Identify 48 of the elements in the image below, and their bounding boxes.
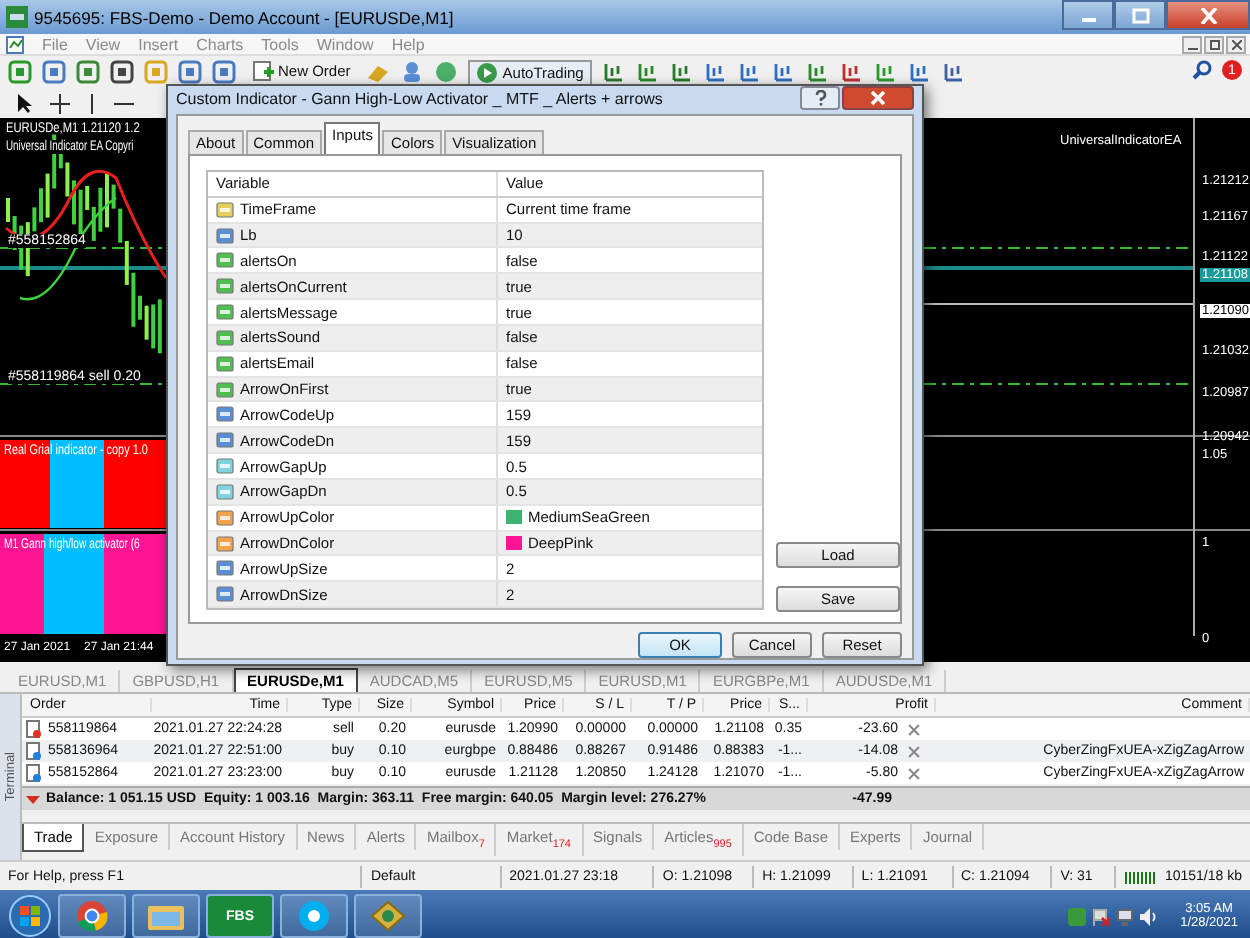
diamond-icon [370, 900, 406, 932]
cursor-icon[interactable] [16, 94, 32, 114]
globe-icon[interactable] [434, 60, 459, 84]
folder-taskbar-button[interactable] [132, 894, 200, 938]
restore-button[interactable] [1204, 35, 1224, 53]
histogram-bar [104, 440, 166, 528]
restore-icon [1209, 39, 1219, 49]
close-button[interactable] [1226, 35, 1246, 53]
play-icon [476, 62, 499, 84]
document-plus-icon [252, 60, 274, 82]
terminal-taskbar-button[interactable] [354, 894, 422, 938]
horizontal-line-icon[interactable] [114, 100, 134, 108]
close-button[interactable] [1166, 0, 1250, 30]
bar-chart-icon[interactable] [601, 60, 626, 84]
minimize-icon [1081, 18, 1095, 22]
balance-icon [26, 792, 40, 806]
close-icon[interactable] [908, 767, 920, 779]
connection-bars-icon [1124, 868, 1161, 884]
close-icon [1231, 39, 1241, 49]
speaker-icon [1140, 907, 1159, 925]
histogram-bar [50, 440, 104, 528]
maximize-icon [1131, 7, 1149, 23]
minimize-button[interactable] [1062, 0, 1114, 30]
chart-icon[interactable] [6, 35, 24, 53]
chat-taskbar-button[interactable] [280, 894, 348, 938]
close-icon [870, 90, 886, 106]
start-button[interactable] [8, 894, 52, 938]
flag-icon [1092, 907, 1111, 925]
minimize-button[interactable] [1182, 35, 1202, 53]
browser-taskbar-button[interactable] [58, 894, 126, 938]
close-button[interactable] [842, 86, 914, 110]
browser-icon [76, 900, 108, 932]
help-button[interactable] [800, 86, 840, 110]
folder-icon [148, 902, 184, 930]
help-icon [813, 90, 827, 106]
window-title: 9545695: FBS-Demo - Demo Account - [EURUSDe,M1] [34, 7, 454, 27]
maximize-button[interactable] [1114, 0, 1166, 30]
dialog-title: Custom Indicator - Gann High-Low Activator _ MTF _ Alerts + arrows [176, 89, 663, 107]
histogram-bar [0, 440, 50, 528]
close-icon[interactable] [908, 723, 920, 735]
histogram-bar [0, 534, 44, 634]
vertical-line-icon[interactable] [88, 94, 96, 114]
close-icon[interactable] [908, 745, 920, 757]
chat-icon [298, 900, 330, 932]
network-icon [1116, 907, 1135, 925]
close-icon [1199, 7, 1217, 23]
app-icon [6, 6, 28, 28]
search-icon[interactable] [1192, 60, 1212, 80]
